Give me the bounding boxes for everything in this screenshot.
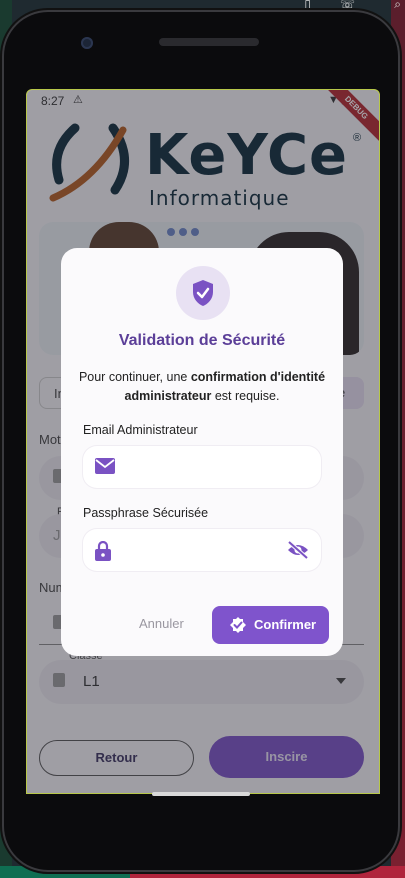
shield-check-icon xyxy=(193,280,213,306)
email-icon xyxy=(95,458,115,474)
visibility-off-icon[interactable] xyxy=(287,541,309,559)
dialog-message: Pour continuer, une confirmation d'ident… xyxy=(77,368,327,406)
dialog-title: Validation de Sécurité xyxy=(118,332,286,349)
passphrase-label: Passphrase Sécurisée xyxy=(83,506,209,520)
check-circle-icon xyxy=(230,617,246,633)
passphrase-field[interactable] xyxy=(83,529,321,571)
confirm-button[interactable]: Confirmer xyxy=(212,606,329,644)
email-label: Email Administrateur xyxy=(83,423,198,437)
lock-icon xyxy=(95,541,111,561)
email-field[interactable] xyxy=(83,446,321,488)
shield-badge xyxy=(176,266,230,320)
app-screen: 8:27 ⚠ ▼▮ DEBUG KeYCe ® Informatique In xyxy=(26,89,380,794)
cancel-button[interactable]: Annuler xyxy=(139,616,184,631)
earpiece-speaker xyxy=(159,38,259,46)
security-dialog: Validation de Sécurité Pour continuer, u… xyxy=(61,248,343,656)
dialog-message-pre: Pour continuer, une xyxy=(78,370,191,384)
phone-frame: 8:27 ⚠ ▼▮ DEBUG KeYCe ® Informatique In xyxy=(2,10,400,872)
dialog-message-post: est requise. xyxy=(211,389,280,403)
search-icon[interactable]: ⌕ xyxy=(394,0,401,12)
confirm-label: Confirmer xyxy=(254,617,317,632)
front-camera xyxy=(81,37,93,49)
gesture-nav-bar[interactable] xyxy=(152,792,250,796)
